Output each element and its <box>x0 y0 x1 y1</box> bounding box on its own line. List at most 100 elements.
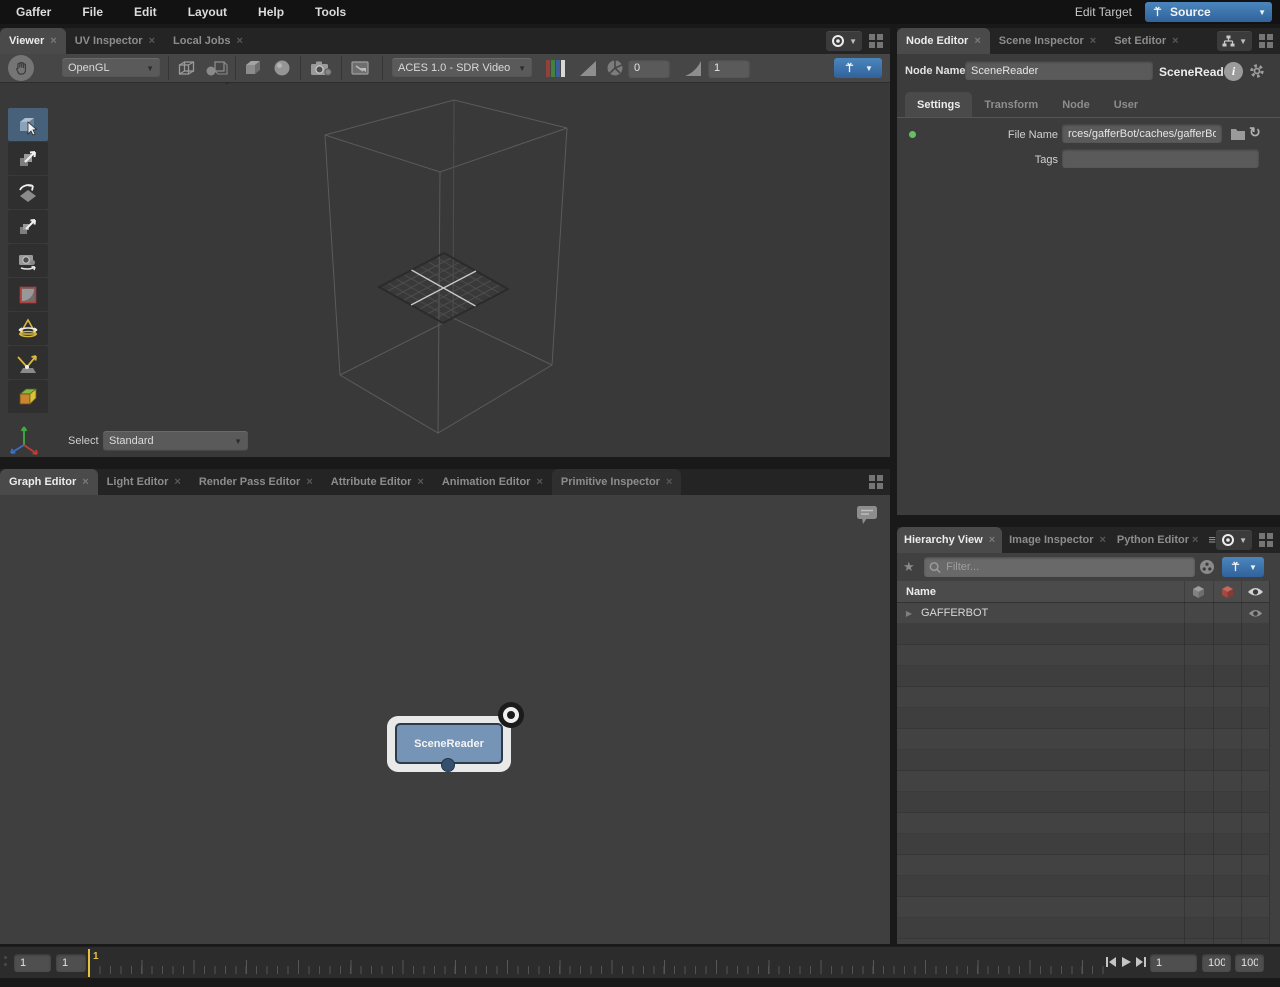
close-icon[interactable]: × <box>666 476 672 488</box>
display-mode-dropdown[interactable]: OpenGL ▼ <box>62 58 160 78</box>
section-tab-settings[interactable]: Settings <box>905 92 973 117</box>
tab-viewer[interactable]: Viewer × <box>0 28 66 54</box>
light-position-tool-button[interactable] <box>8 346 48 379</box>
uv-scene-tool-button[interactable] <box>8 380 48 413</box>
close-icon[interactable]: × <box>1099 534 1105 546</box>
edit-target-dropdown[interactable]: Source ▼ <box>1145 2 1272 22</box>
close-icon[interactable]: × <box>1192 534 1198 546</box>
close-icon[interactable]: × <box>989 534 995 546</box>
playhead[interactable] <box>88 949 90 977</box>
node-output-plug[interactable] <box>441 758 455 772</box>
pause-processing-button[interactable] <box>8 55 34 81</box>
tab-render-pass-editor[interactable]: Render Pass Editor × <box>190 469 322 495</box>
selection-tool-button[interactable] <box>8 108 48 141</box>
frame-input[interactable] <box>1150 954 1197 972</box>
layout-grid-icon[interactable] <box>869 475 884 490</box>
info-icon[interactable]: i <box>1224 62 1243 81</box>
refresh-icon[interactable]: ↻ <box>1249 124 1261 141</box>
range-end-input[interactable] <box>1202 954 1231 972</box>
crop-window-tool-button[interactable] <box>8 278 48 311</box>
menu-layout[interactable]: Layout <box>188 5 242 19</box>
tab-set-editor[interactable]: Set Editor × <box>1105 28 1187 54</box>
filter-field[interactable] <box>924 557 1195 577</box>
exposure-input[interactable] <box>628 58 670 78</box>
visibility-column-header[interactable] <box>1241 586 1270 598</box>
select-mode-dropdown[interactable]: Standard ▼ <box>103 431 248 451</box>
tab-hierarchy-view[interactable]: Hierarchy View × <box>897 527 1003 553</box>
shaded-preview-button[interactable] <box>200 58 232 78</box>
frame-ruler[interactable] <box>89 947 1110 974</box>
current-frame-input[interactable] <box>56 954 86 972</box>
shading-ball-button[interactable] <box>267 58 297 78</box>
menu-gaffer[interactable]: Gaffer <box>16 5 66 19</box>
menu-tools[interactable]: Tools <box>315 5 361 19</box>
close-icon[interactable]: × <box>417 476 423 488</box>
tags-input[interactable] <box>1062 149 1259 168</box>
expand-arrow-icon[interactable]: ▶ <box>897 609 921 618</box>
layout-grid-icon[interactable] <box>869 34 884 49</box>
inclusions-column-header[interactable] <box>1184 584 1213 599</box>
close-icon[interactable]: × <box>236 35 242 47</box>
close-icon[interactable]: × <box>82 476 88 488</box>
close-icon[interactable]: × <box>1090 35 1096 47</box>
camera-tool-button[interactable] <box>8 244 48 277</box>
graph-canvas[interactable]: SceneReader <box>0 495 890 944</box>
channel-select-button[interactable] <box>540 59 570 77</box>
star-icon[interactable]: ★ <box>903 559 915 575</box>
viewer-pin-dropdown[interactable]: ▼ <box>834 58 882 78</box>
tab-attribute-editor[interactable]: Attribute Editor × <box>322 469 433 495</box>
rotate-tool-button[interactable] <box>8 176 48 209</box>
scale-tool-button[interactable] <box>8 210 48 243</box>
timeline-grip[interactable] <box>4 956 7 966</box>
menu-help[interactable]: Help <box>258 5 299 19</box>
layout-grid-icon[interactable] <box>1259 34 1274 49</box>
gamma-input[interactable] <box>708 58 750 78</box>
close-icon[interactable]: × <box>306 476 312 488</box>
hierarchy-focus-menu-button[interactable]: ▼ <box>1216 530 1252 550</box>
hierarchy-pin-dropdown[interactable]: ▼ <box>1222 557 1264 577</box>
viewport-3d[interactable]: Select Standard ▼ <box>0 83 890 457</box>
exclusions-column-header[interactable] <box>1213 584 1242 599</box>
menu-file[interactable]: File <box>82 5 118 19</box>
aperture-button[interactable] <box>602 59 628 77</box>
tab-local-jobs[interactable]: Local Jobs × <box>164 28 252 54</box>
camera-settings-button[interactable] <box>304 58 338 78</box>
tab-scene-inspector[interactable]: Scene Inspector × <box>990 28 1105 54</box>
range-start-input[interactable] <box>14 954 51 972</box>
tab-node-editor[interactable]: Node Editor × <box>897 28 990 54</box>
tab-light-editor[interactable]: Light Editor × <box>98 469 190 495</box>
node-hierarchy-menu-button[interactable]: ▼ <box>1217 31 1252 51</box>
tab-image-inspector[interactable]: Image Inspector × <box>1002 527 1113 553</box>
skip-to-end-icon[interactable] <box>1135 956 1147 968</box>
file-name-input[interactable] <box>1062 124 1222 143</box>
node-name-input[interactable] <box>965 61 1153 80</box>
menu-edit[interactable]: Edit <box>134 5 172 19</box>
translate-tool-button[interactable] <box>8 142 48 175</box>
exposure-button[interactable] <box>574 59 602 77</box>
close-icon[interactable]: × <box>974 35 980 47</box>
row-visibility-toggle[interactable] <box>1241 608 1270 619</box>
close-icon[interactable]: × <box>50 35 56 47</box>
filter-options-icon[interactable] <box>1199 559 1215 575</box>
close-icon[interactable]: × <box>1172 35 1178 47</box>
play-icon[interactable] <box>1120 956 1132 968</box>
gear-icon[interactable] <box>1248 62 1266 80</box>
close-icon[interactable]: × <box>536 476 542 488</box>
layout-grid-icon[interactable] <box>1259 533 1274 548</box>
section-tab-node[interactable]: Node <box>1050 92 1102 117</box>
close-icon[interactable]: × <box>149 35 155 47</box>
tab-python-editor[interactable]: Python Editor × <box>1113 527 1203 553</box>
list-menu-icon[interactable]: ≡ <box>1208 532 1216 547</box>
render-output-button[interactable] <box>345 58 379 78</box>
filter-input[interactable] <box>946 561 1190 573</box>
solid-geometry-button[interactable] <box>239 58 267 78</box>
end-frame-input[interactable] <box>1235 954 1264 972</box>
folder-icon[interactable] <box>1230 127 1246 141</box>
name-column-header[interactable]: Name <box>897 586 936 598</box>
gamma-button[interactable] <box>678 59 708 77</box>
tab-uv-inspector[interactable]: UV Inspector × <box>66 28 164 54</box>
color-space-dropdown[interactable]: ACES 1.0 - SDR Video ▼ <box>392 58 532 78</box>
tab-primitive-inspector[interactable]: Primitive Inspector × <box>551 469 682 495</box>
section-tab-transform[interactable]: Transform <box>972 92 1050 117</box>
light-tool-button[interactable] <box>8 312 48 345</box>
